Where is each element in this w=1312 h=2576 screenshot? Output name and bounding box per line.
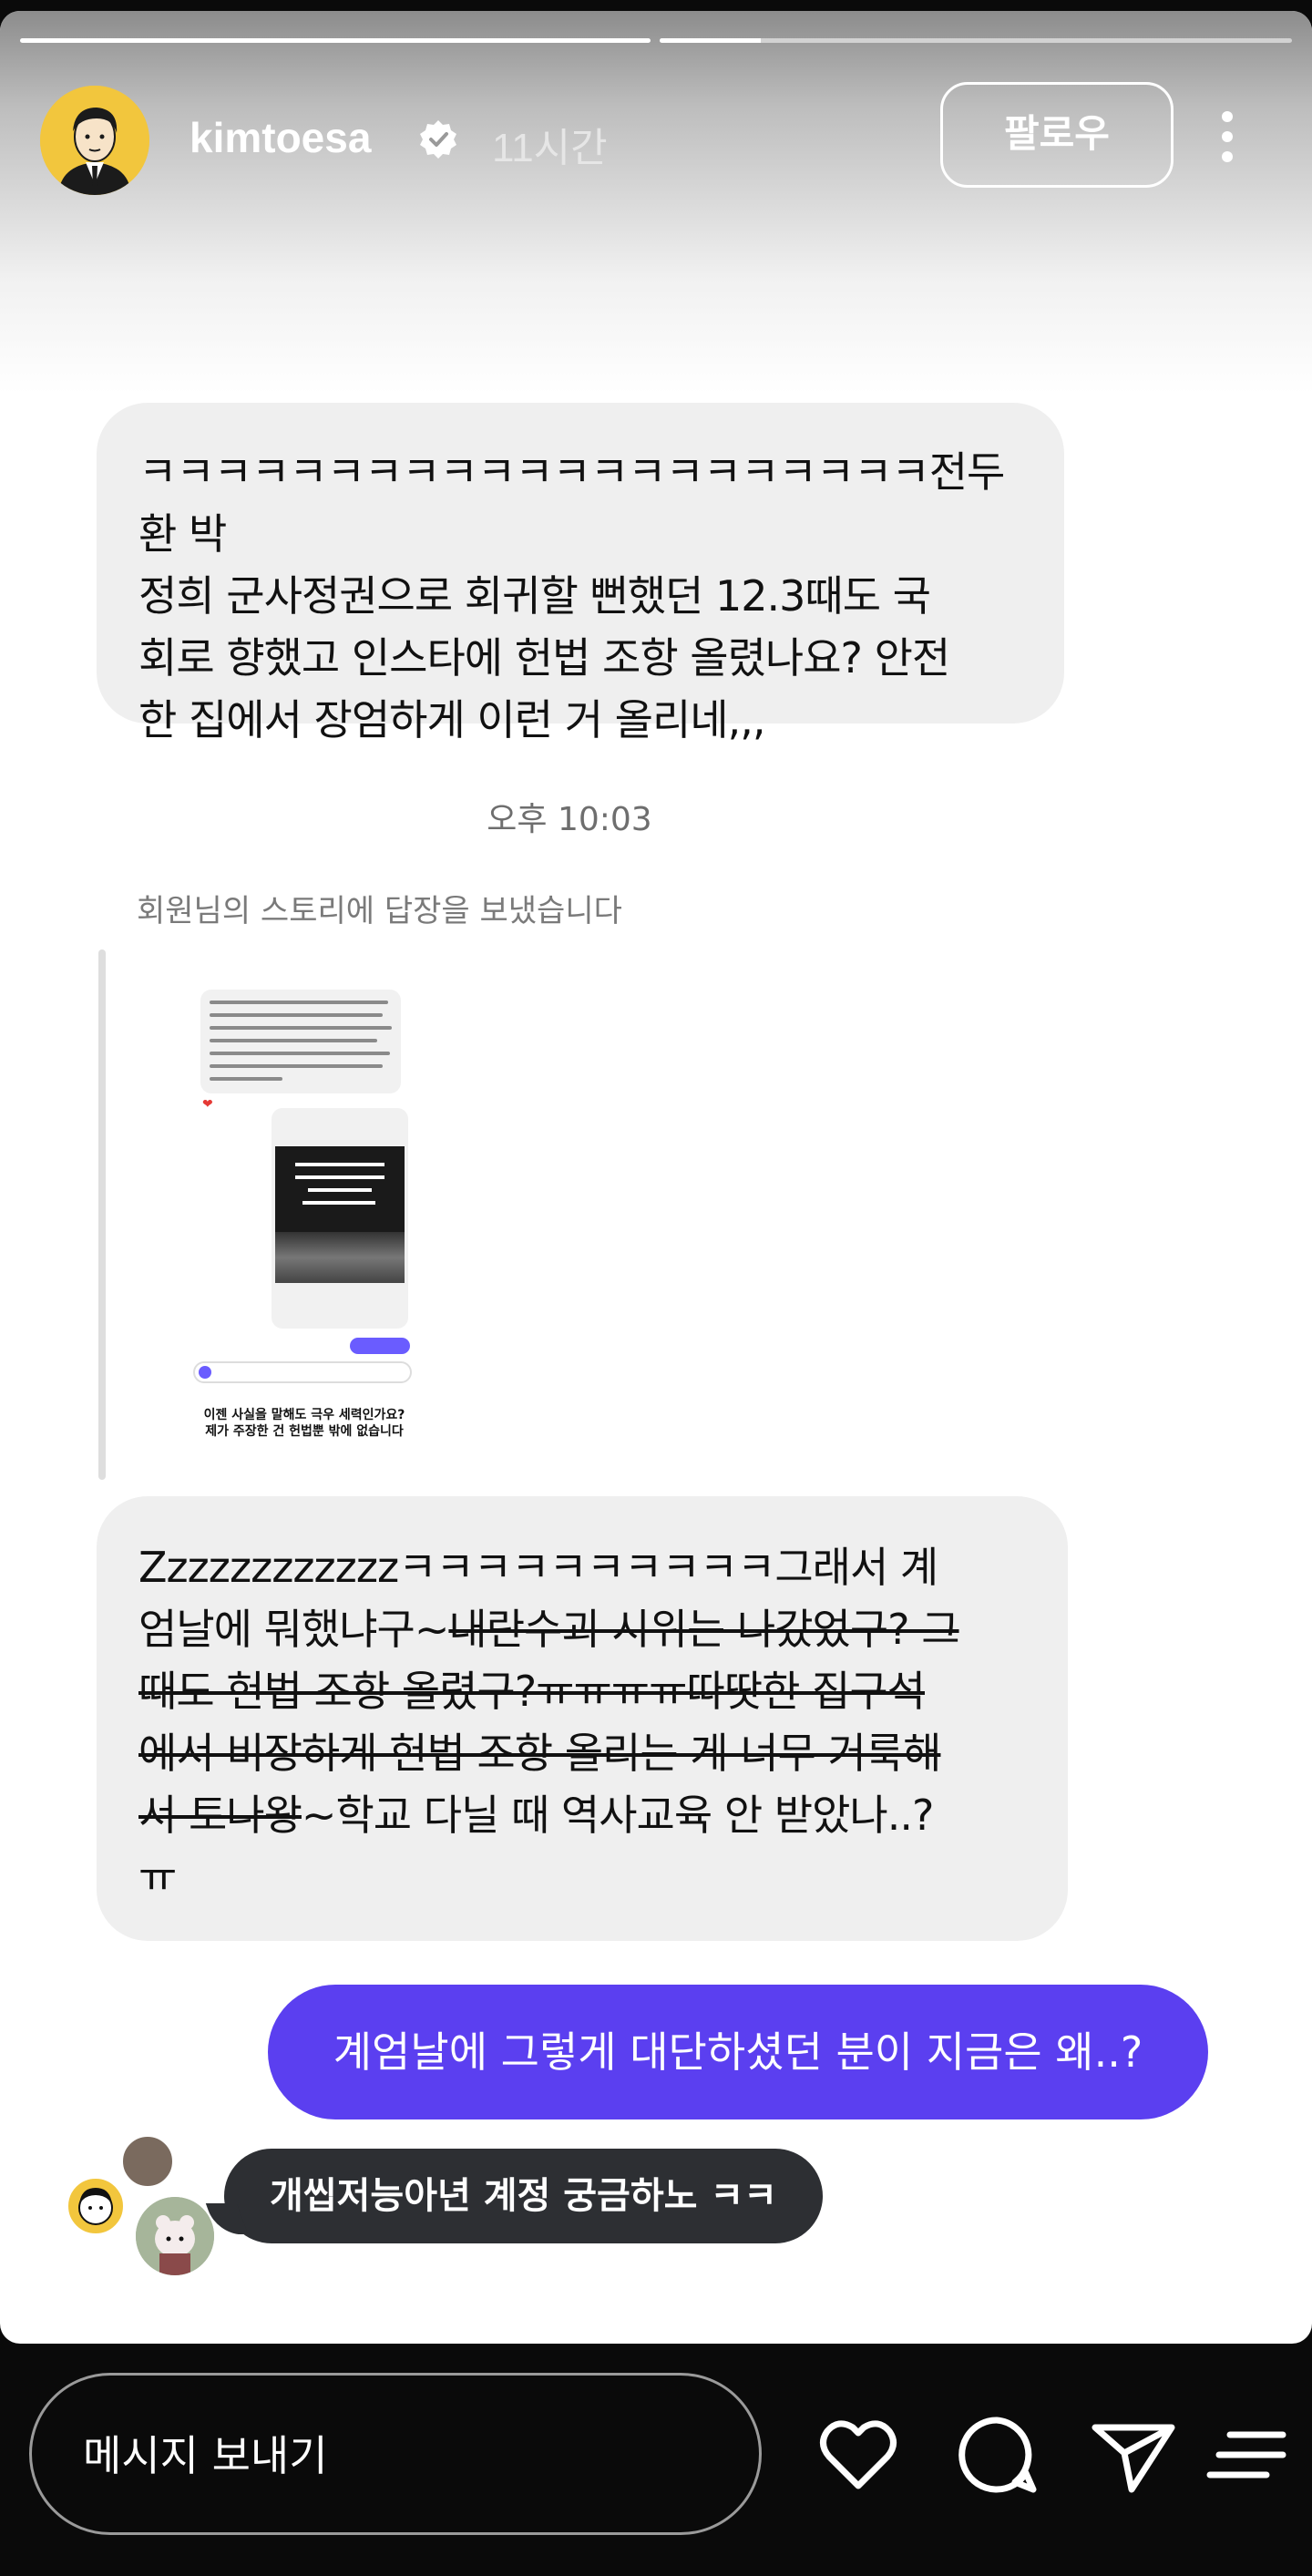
thumbnail-input [193, 1361, 412, 1383]
message-input-placeholder: 메시지 보내기 [83, 2431, 328, 2480]
more-vertical-icon[interactable] [1214, 111, 1241, 175]
message-timestamp: 오후 10:03 [487, 801, 652, 838]
commenter-avatar-1 [120, 2134, 175, 2189]
message-input[interactable]: 메시지 보내기 [29, 2373, 762, 2535]
share-icon[interactable] [1088, 2409, 1179, 2500]
heart-reaction-icon: ❤ [202, 1097, 213, 1112]
username[interactable]: kimtoesa [190, 113, 371, 162]
received-message-1: ㅋㅋㅋㅋㅋㅋㅋㅋㅋㅋㅋㅋㅋㅋㅋㅋㅋㅋㅋㅋㅋ전두환 박 정희 군사정권으로 회귀할… [97, 403, 1064, 744]
message-text: Zzzzzzzzzzzzㅋㅋㅋㅋㅋㅋㅋㅋㅋㅋ그래서 계 엄날에 뭐했냐구~내란수… [138, 1536, 1026, 1908]
thumbnail-sent-pill [350, 1338, 410, 1354]
menu-icon[interactable] [1203, 2409, 1294, 2500]
story-progress-seen [20, 38, 651, 43]
story-reply-thumbnail[interactable]: ❤ 이젠 사실을 말해도 극우 세력인가요? 제가 주장한 건 헌법뿐 밖에 없… [188, 984, 421, 1451]
commenter-avatar-2 [66, 2176, 126, 2236]
bottom-bar: 메시지 보내기 [0, 2344, 1312, 2576]
overlay-comment: 개씹저능아년 계정 궁금하노 ㅋㅋ [205, 2149, 823, 2243]
post-time: 11시간 [492, 126, 608, 170]
top-gradient [0, 11, 1312, 394]
message-text: ㅋㅋㅋㅋㅋㅋㅋㅋㅋㅋㅋㅋㅋㅋㅋㅋㅋㅋㅋㅋㅋ전두환 박 정희 군사정권으로 회귀할… [138, 447, 1005, 744]
story-progress-fill [660, 38, 762, 43]
verified-badge-icon [420, 120, 456, 159]
sent-message: 계엄날에 그렇게 대단하셨던 분이 지금은 왜..? [268, 1985, 1208, 2119]
story-progress-current [660, 38, 1292, 43]
story-reply-note: 회원님의 스토리에 답장을 보냈습니다 [137, 893, 622, 929]
thumbnail-caption: 이젠 사실을 말해도 극우 세력인가요? 제가 주장한 건 헌법뿐 밖에 없습니… [203, 1408, 405, 1439]
story-frame: kimtoesa 11시간 팔로우 ㅋㅋㅋㅋㅋㅋㅋㅋㅋㅋㅋㅋㅋㅋㅋㅋㅋㅋㅋㅋㅋ전… [0, 11, 1312, 2344]
avatar-illustration [40, 86, 149, 195]
comment-icon[interactable] [951, 2409, 1042, 2500]
overlay-comment-text: 개씹저능아년 계정 궁금하노 ㅋㅋ [270, 2175, 777, 2217]
heart-icon[interactable] [813, 2409, 904, 2500]
story-header: kimtoesa 11시간 팔로우 [0, 75, 1312, 195]
profile-avatar[interactable] [40, 86, 149, 195]
received-message-2: Zzzzzzzzzzzzㅋㅋㅋㅋㅋㅋㅋㅋㅋㅋ그래서 계 엄날에 뭐했냐구~내란수… [97, 1496, 1068, 1941]
reply-indicator-bar [98, 949, 106, 1480]
commenter-avatar-3 [133, 2194, 217, 2278]
thumbnail-message [200, 990, 401, 1093]
follow-button[interactable]: 팔로우 [940, 82, 1174, 188]
thumbnail-shared-post [272, 1108, 408, 1329]
commenter-avatars [66, 2134, 230, 2289]
